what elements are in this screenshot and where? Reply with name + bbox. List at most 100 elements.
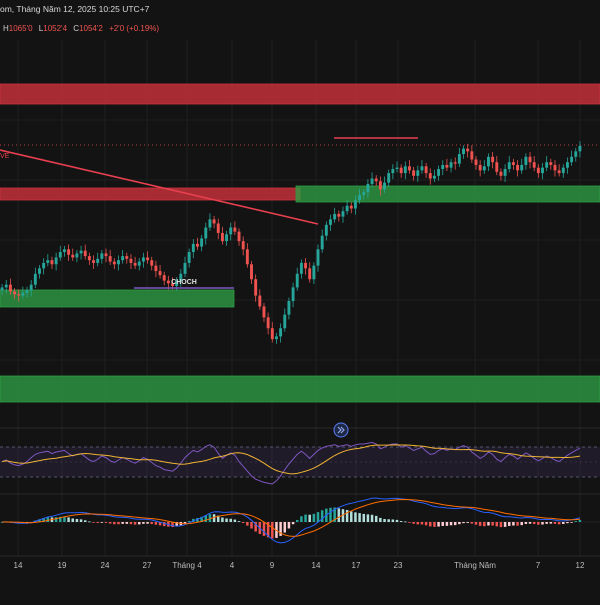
macd-histogram-bar bbox=[520, 522, 523, 526]
candle-body bbox=[570, 156, 574, 163]
macd-histogram-bar bbox=[54, 517, 58, 522]
macd-histogram-bar bbox=[100, 522, 104, 523]
candle-body bbox=[25, 290, 29, 293]
demand-zone-upper bbox=[295, 185, 600, 203]
macd-histogram-bar bbox=[262, 522, 266, 536]
candle-body bbox=[141, 257, 145, 262]
candle-body bbox=[279, 328, 283, 337]
macd-histogram-bar bbox=[557, 522, 561, 525]
candle-body bbox=[453, 162, 457, 164]
macd-histogram-bar bbox=[150, 522, 153, 525]
candle-body bbox=[75, 253, 79, 258]
candle-body bbox=[474, 159, 478, 165]
macd-histogram-bar bbox=[129, 522, 133, 525]
candle-body bbox=[208, 219, 212, 228]
candle-body bbox=[104, 253, 108, 257]
choch-label: CHOCH bbox=[171, 279, 197, 286]
x-tick-label: 19 bbox=[58, 561, 67, 570]
macd-histogram-bar bbox=[424, 522, 428, 526]
candle-body bbox=[133, 262, 137, 266]
candle-body bbox=[399, 167, 403, 174]
candle-body bbox=[499, 171, 503, 176]
candle-body bbox=[54, 257, 58, 265]
candle-body bbox=[333, 213, 337, 220]
candle-body bbox=[482, 166, 486, 171]
macd-histogram-bar bbox=[295, 519, 299, 522]
candle-body bbox=[358, 194, 362, 201]
candle-body bbox=[520, 164, 524, 171]
candle-body bbox=[183, 262, 187, 274]
x-tick-label: 23 bbox=[394, 561, 403, 570]
macd-histogram-bar bbox=[512, 522, 515, 526]
candle-body bbox=[33, 273, 37, 285]
candle-body bbox=[67, 249, 71, 255]
macd-histogram-bar bbox=[96, 522, 99, 523]
macd-histogram-bar bbox=[146, 522, 149, 524]
chart-canvas[interactable]: CHOCH VE 14 19 24 27 Tháng 4 4 9 14 17 23 Tháng Năm 7… bbox=[0, 0, 600, 600]
macd-histogram-bar bbox=[487, 522, 490, 526]
macd-histogram-bar bbox=[449, 522, 453, 526]
macd-histogram-bar bbox=[108, 522, 112, 524]
candle-body bbox=[516, 164, 520, 171]
x-tick-label: Tháng Năm bbox=[454, 561, 496, 570]
macd-histogram-bar bbox=[354, 512, 357, 522]
macd-histogram-bar bbox=[75, 518, 79, 522]
macd-histogram-bar bbox=[358, 513, 361, 522]
macd-histogram-bar bbox=[478, 522, 482, 526]
trading-chart[interactable]: CHOCH VE 14 19 24 27 Tháng 4 4 9 14 17 23 Tháng Năm 7… bbox=[0, 0, 600, 600]
candle-body bbox=[13, 291, 17, 295]
candle-body bbox=[250, 264, 253, 280]
macd-histogram-bar bbox=[453, 522, 457, 526]
macd-histogram-bar bbox=[113, 522, 116, 525]
macd-histogram-bar bbox=[545, 522, 548, 524]
candle-body bbox=[270, 328, 274, 340]
candle-body bbox=[536, 167, 540, 174]
macd-histogram-bar bbox=[83, 520, 87, 522]
macd-histogram-bar bbox=[125, 522, 129, 524]
candle-body bbox=[324, 224, 328, 236]
candle-body bbox=[341, 211, 345, 217]
macd-histogram-bar bbox=[433, 522, 436, 527]
macd-histogram-bar bbox=[67, 517, 70, 522]
candle-body bbox=[258, 295, 262, 307]
macd-histogram-bar bbox=[366, 514, 370, 522]
macd-histogram-bar bbox=[570, 522, 573, 523]
macd-histogram-bar bbox=[187, 521, 191, 522]
candle-body bbox=[457, 154, 461, 164]
candle-body bbox=[83, 250, 87, 257]
ve-label: VE bbox=[0, 153, 10, 160]
macd-histogram-bar bbox=[420, 522, 424, 525]
candle-body bbox=[532, 162, 536, 168]
candle-body bbox=[266, 317, 270, 329]
macd-histogram-bar bbox=[553, 522, 557, 524]
chart-header-title: om, Tháng Năm 12, 2025 10:25 UTC+7 bbox=[0, 4, 150, 14]
macd-histogram-bar bbox=[578, 519, 582, 522]
candle-body bbox=[162, 275, 166, 281]
candle-body bbox=[96, 258, 100, 263]
candle-body bbox=[337, 213, 341, 217]
candle-body bbox=[17, 294, 21, 296]
candle-body bbox=[287, 301, 291, 315]
candle-body bbox=[503, 169, 507, 176]
candle-body bbox=[121, 256, 125, 261]
candle-body bbox=[553, 164, 557, 171]
macd-histogram-bar bbox=[499, 522, 503, 528]
macd-histogram-bar bbox=[71, 518, 74, 522]
macd-histogram-bar bbox=[316, 512, 320, 522]
candle-body bbox=[578, 145, 582, 152]
candle-body bbox=[374, 178, 378, 182]
candle-body bbox=[46, 260, 50, 263]
candle-body bbox=[304, 262, 308, 269]
macd-histogram-bar bbox=[508, 522, 511, 526]
candle-body bbox=[125, 256, 129, 259]
macd-histogram-bar bbox=[391, 519, 395, 522]
candle-body bbox=[245, 249, 249, 265]
macd-histogram-bar bbox=[383, 519, 386, 522]
macd-histogram-bar bbox=[416, 522, 420, 525]
x-tick-label: 7 bbox=[536, 561, 541, 570]
macd-histogram-bar bbox=[395, 519, 399, 522]
candle-body bbox=[92, 260, 95, 263]
macd-histogram-bar bbox=[491, 522, 494, 526]
candle-body bbox=[462, 148, 465, 155]
macd-histogram-bar bbox=[404, 521, 407, 523]
